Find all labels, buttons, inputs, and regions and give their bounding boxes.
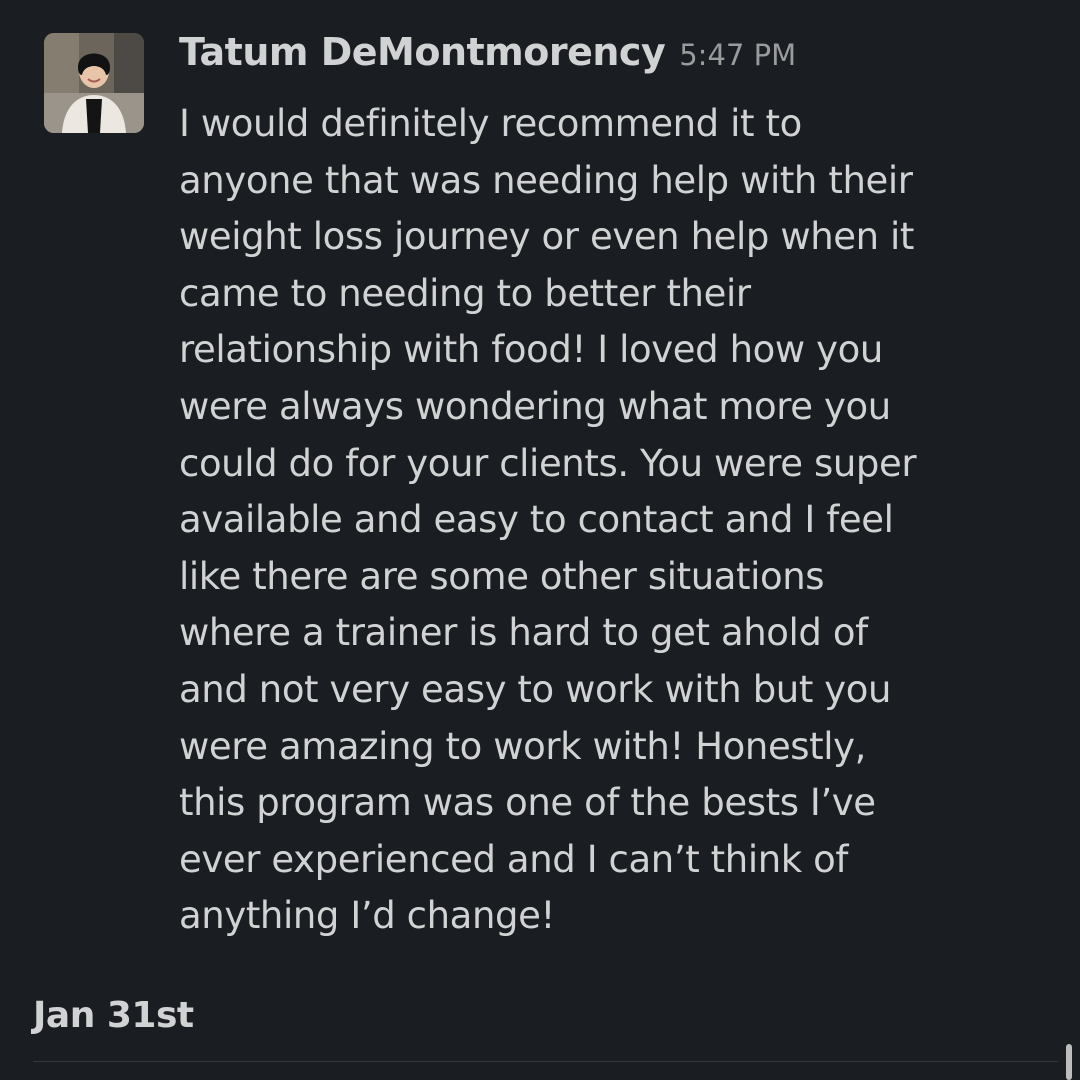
message-text-line: came to needing to better their — [179, 271, 751, 315]
message-timestamp[interactable]: 5:47 PM — [679, 38, 796, 72]
message-text-line: anything I’d change! — [179, 894, 555, 938]
message-text-line: where a trainer is hard to get ahold of — [179, 611, 868, 655]
date-divider-label: Jan 31st — [33, 995, 194, 1036]
message-text-line: anyone that was needing help with their — [179, 158, 913, 202]
scrollbar-thumb[interactable] — [1066, 1044, 1072, 1080]
message-text-line: and not very easy to work with but you — [179, 667, 892, 711]
message-text-line: I would definitely recommend it to — [179, 102, 802, 145]
message-text-line: this program was one of the bests I’ve — [179, 781, 876, 825]
message-text-line: available and easy to contact and I feel — [179, 498, 894, 542]
message-text-line: weight loss journey or even help when it — [179, 215, 915, 259]
avatar[interactable] — [44, 33, 144, 133]
message-text-line: could do for your clients. You were supe… — [179, 441, 917, 485]
message-text-line: were always wondering what more you — [179, 384, 891, 428]
date-divider-line — [33, 1061, 1058, 1062]
message-text-line: like there are some other situations — [179, 554, 825, 598]
message-body: I would definitely recommend it to anyon… — [179, 96, 1039, 945]
avatar-photo — [44, 33, 144, 133]
sender-name[interactable]: Tatum DeMontmorency — [179, 30, 666, 74]
message-text-line: were amazing to work with! Honestly, — [179, 724, 867, 768]
message-text-line: relationship with food! I loved how you — [179, 328, 883, 372]
message-header: Tatum DeMontmorency 5:47 PM — [179, 30, 796, 90]
message-text-line: ever experienced and I can’t think of — [179, 837, 848, 881]
